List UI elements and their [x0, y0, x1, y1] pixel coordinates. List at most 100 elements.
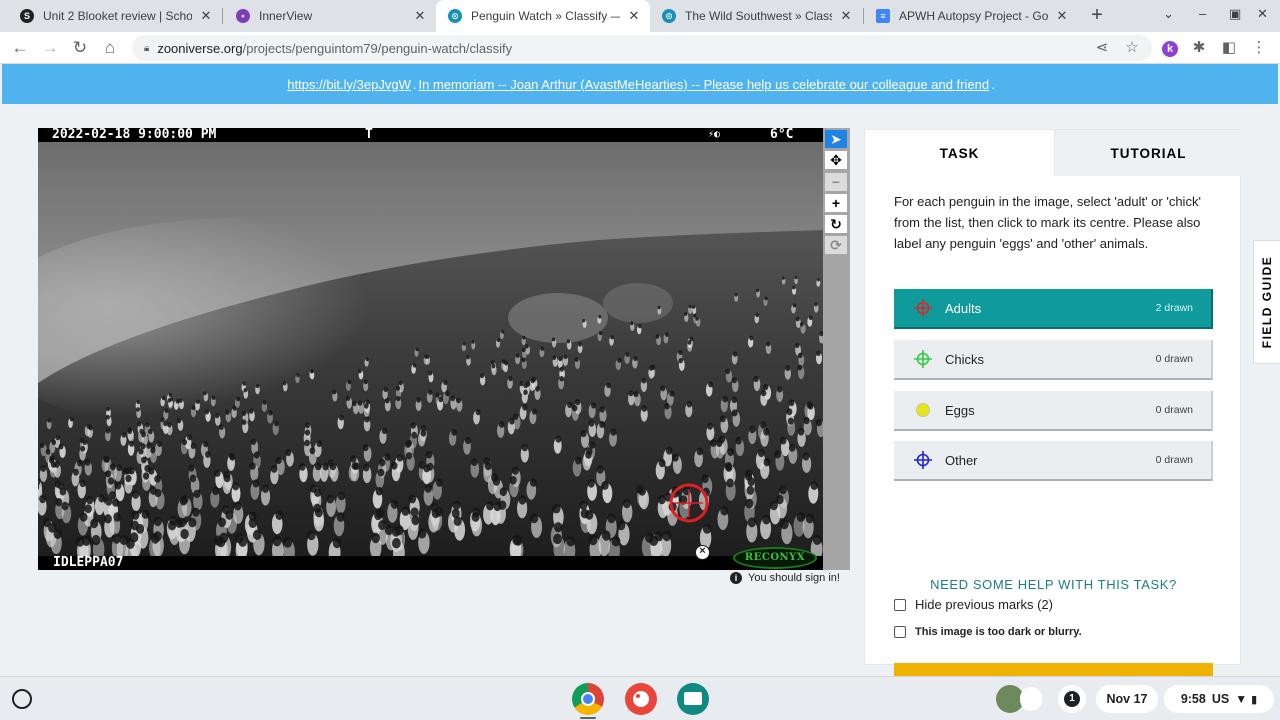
tab-tutorial[interactable]: TUTORIAL — [1054, 130, 1242, 176]
delete-mark-icon[interactable]: × — [695, 545, 710, 560]
zooniverse-favicon-icon: ⊙ — [448, 9, 462, 23]
close-tab-icon[interactable]: ✕ — [838, 8, 854, 24]
answer-eggs[interactable]: Eggs 0 drawn — [894, 391, 1213, 431]
classroom-app-icon[interactable] — [677, 683, 709, 715]
checkbox-label: This image is too dark or blurry. — [915, 626, 1082, 638]
next-button[interactable]: Next ➞ — [894, 663, 1213, 676]
tab-title: The Wild Southwest » Classify — [685, 9, 832, 23]
reload-icon[interactable]: ↻ — [69, 37, 91, 59]
tab-title: Unit 2 Blooket review | Schoo — [43, 9, 192, 23]
clock-time: 9:58 — [1180, 692, 1206, 706]
dot-icon — [916, 403, 930, 417]
bitly-link[interactable]: https://bit.ly/3epJvgW — [287, 77, 411, 92]
close-tab-icon[interactable]: ✕ — [198, 8, 214, 24]
adult-mark-2-selected[interactable] — [665, 479, 713, 527]
tab-title: Penguin Watch » Classify — Z — [471, 9, 620, 23]
url-host: zooniverse.org — [157, 40, 243, 56]
zoom-in-icon[interactable]: + — [825, 194, 847, 212]
checkbox-box[interactable] — [894, 598, 906, 611]
timestamp: 2022-02-18 9:00:00 PM — [52, 128, 217, 142]
close-window-icon[interactable]: ✕ — [1257, 6, 1268, 22]
extensions-puzzle-icon[interactable]: ✱ — [1189, 38, 1209, 58]
answer-count: 0 drawn — [1155, 353, 1193, 365]
too-dark-checkbox[interactable]: This image is too dark or blurry. — [894, 626, 1082, 638]
answer-chicks[interactable]: Chicks 0 drawn — [894, 340, 1213, 380]
close-tab-icon[interactable]: ✕ — [412, 8, 428, 24]
checkbox-box[interactable] — [894, 626, 906, 638]
phone-hub-pill[interactable] — [1020, 687, 1042, 711]
share-icon[interactable]: ⋖ — [1092, 38, 1112, 58]
temperature: 6°C — [770, 128, 794, 142]
sign-in-text: You should sign in! — [748, 572, 840, 584]
subject-image[interactable]: 2022-02-18 9:00:00 PM T ⚡◐ 6°C IDLEPPA07… — [38, 128, 823, 570]
zoom-out-icon[interactable]: − — [825, 173, 847, 191]
browser-tab-apwh[interactable]: ≡ APWH Autopsy Project - Goo ✕ — [864, 2, 1078, 30]
notification-counter[interactable]: 1 — [1058, 685, 1086, 713]
moon-phase-icon: ⚡◐ — [708, 129, 721, 140]
hide-marks-checkbox[interactable]: Hide previous marks (2) — [894, 597, 1053, 612]
side-panel-icon[interactable]: ◧ — [1219, 38, 1239, 58]
browser-tab-wild-southwest[interactable]: ⊙ The Wild Southwest » Classify ✕ — [650, 2, 862, 30]
reset-icon[interactable]: ⟳ — [825, 236, 847, 254]
status-tray[interactable]: 9:58 US ▼ ▮ — [1164, 685, 1274, 713]
crosshair-icon — [914, 350, 932, 368]
task-instructions: For each penguin in the image, select 'a… — [894, 194, 1201, 251]
field-guide-tab[interactable]: FIELD GUIDE — [1253, 240, 1280, 364]
tab-search-icon[interactable]: ⌄ — [1163, 6, 1174, 22]
answer-label: Chicks — [945, 351, 985, 367]
task-panel: TASK TUTORIAL For each penguin in the im… — [864, 129, 1242, 676]
forward-arrow-icon[interactable]: → — [39, 37, 61, 59]
menu-kebab-icon[interactable]: ⋮ — [1249, 38, 1269, 58]
address-bar[interactable]: 🔒︎ zooniverse.org/projects/penguintom79/… — [132, 35, 1152, 61]
zooniverse-favicon-icon: ⊙ — [662, 9, 676, 23]
date-text: Nov 17 — [1106, 692, 1148, 706]
camera-mode: T — [365, 128, 373, 142]
tab-task[interactable]: TASK — [865, 130, 1054, 176]
move-arrows-icon[interactable]: ✥ — [825, 151, 847, 169]
memoriam-link[interactable]: In memoriam -- Joan Arthur (AvastMeHeart… — [418, 77, 989, 92]
back-arrow-icon[interactable]: ← — [9, 37, 31, 59]
os-shelf: 1 Nov 17 9:58 US ▼ ▮ — [0, 676, 1280, 720]
info-icon: i — [730, 572, 742, 584]
banner-end: . — [991, 76, 995, 92]
launcher-icon[interactable] — [12, 689, 32, 709]
field-guide-label: FIELD GUIDE — [1260, 255, 1274, 349]
new-tab-button[interactable]: + — [1086, 4, 1108, 26]
profile-avatar[interactable]: k — [1160, 38, 1180, 58]
bookmark-star-icon[interactable]: ☆ — [1122, 38, 1142, 58]
sign-in-notice: i You should sign in! — [730, 572, 840, 584]
help-link[interactable]: NEED SOME HELP WITH THIS TASK? — [894, 577, 1213, 592]
camera-id: IDLEPPA07 — [53, 555, 124, 570]
minimize-icon[interactable]: – — [1199, 6, 1206, 21]
tab-title: APWH Autopsy Project - Goo — [899, 9, 1048, 23]
answer-adults[interactable]: Adults 2 drawn — [894, 289, 1213, 329]
answer-label: Other — [945, 452, 978, 468]
browser-toolbar: ← → ↻ ⌂ 🔒︎ zooniverse.org/projects/pengu… — [0, 32, 1280, 64]
canvas-app-icon[interactable] — [625, 683, 657, 715]
wifi-icon: ▼ — [1235, 692, 1248, 706]
blooket-favicon-icon: S — [20, 9, 34, 23]
google-docs-favicon-icon: ≡ — [876, 9, 890, 23]
annotate-pointer-icon[interactable]: ➤ — [825, 130, 847, 148]
home-icon[interactable]: ⌂ — [99, 37, 121, 59]
lock-icon: 🔒︎ — [144, 42, 150, 54]
close-tab-icon[interactable]: ✕ — [626, 8, 642, 24]
answer-other[interactable]: Other 0 drawn — [894, 441, 1213, 481]
panel-tabs: TASK TUTORIAL — [865, 130, 1242, 176]
browser-tab-blooket[interactable]: S Unit 2 Blooket review | Schoo ✕ — [8, 2, 222, 30]
rotate-icon[interactable]: ↻ — [825, 215, 847, 233]
chrome-app-icon[interactable] — [572, 683, 604, 715]
image-toolbar: ➤ ✥ − + ↻ ⟳ — [823, 128, 850, 570]
banner-separator: . — [412, 76, 417, 92]
crosshair-icon — [914, 299, 932, 317]
close-tab-icon[interactable]: ✕ — [1054, 8, 1070, 24]
browser-tab-penguin-watch[interactable]: ⊙ Penguin Watch » Classify — Z ✕ — [436, 0, 650, 32]
innerview-favicon-icon: • — [236, 9, 250, 23]
announcement-banner: https://bit.ly/3epJvgW. In memoriam -- J… — [2, 64, 1278, 104]
browser-tab-innerview[interactable]: • InnerView ✕ — [224, 2, 436, 30]
answer-count: 0 drawn — [1155, 454, 1193, 466]
crosshair-icon — [914, 451, 932, 469]
date-pill[interactable]: Nov 17 — [1096, 685, 1158, 713]
restore-icon[interactable]: ▣ — [1229, 6, 1241, 22]
reconyx-logo: RECONYX — [733, 547, 817, 569]
